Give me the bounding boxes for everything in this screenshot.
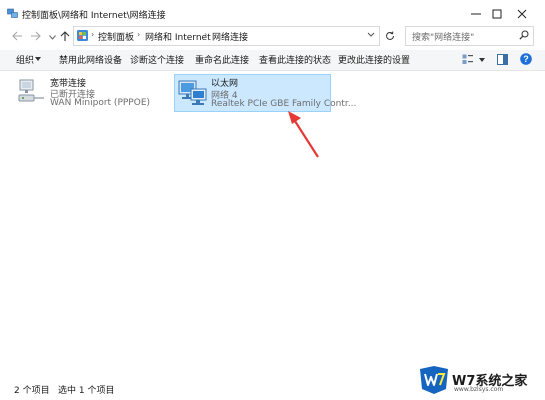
network-connections-icon xyxy=(7,8,18,18)
window-title: 控制面板\网络和 Internet\网络连接 xyxy=(22,11,166,21)
disable-device-button[interactable]: 禁用此网络设备 xyxy=(59,53,122,66)
view-options-icon[interactable] xyxy=(462,54,474,65)
connection-device: WAN Miniport (PPPOE) xyxy=(50,98,151,108)
refresh-icon xyxy=(386,31,394,40)
arrow-right-icon xyxy=(30,31,41,41)
control-panel-icon xyxy=(77,30,88,41)
address-dropdown-icon[interactable] xyxy=(367,30,375,39)
rename-button[interactable]: 重命名此连接 xyxy=(195,53,249,66)
breadcrumb-separator-icon: › xyxy=(204,30,208,39)
search-box[interactable]: 搜索"网络连接" xyxy=(405,26,534,46)
organize-button[interactable]: 组织 xyxy=(16,53,34,66)
arrow-left-icon xyxy=(11,31,22,41)
connections-list: 宽带连接 已断开连接 WAN Miniport (PPPOE) 以太网 网络 4… xyxy=(0,71,545,376)
ethernet-connection-icon xyxy=(178,80,207,105)
close-button[interactable] xyxy=(499,0,545,27)
breadcrumb-separator-icon: › xyxy=(137,30,141,39)
search-icon[interactable] xyxy=(519,30,529,40)
breadcrumb-control-panel[interactable]: 控制面板 xyxy=(98,30,134,43)
broadband-connection-icon xyxy=(18,79,44,102)
title-bar: 控制面板\网络和 Internet\网络连接 xyxy=(0,0,545,27)
up-button[interactable] xyxy=(58,29,72,43)
address-bar[interactable]: › 控制面板 › 网络和 Internet › 网络连接 xyxy=(73,26,380,46)
view-status-button[interactable]: 查看此连接的状态 xyxy=(259,53,331,66)
search-placeholder: 搜索"网络连接" xyxy=(412,33,475,43)
breadcrumb-network-connections[interactable]: 网络连接 xyxy=(212,30,248,43)
back-button[interactable] xyxy=(10,29,24,43)
diagnose-button[interactable]: 诊断这个连接 xyxy=(130,53,184,66)
preview-pane-icon[interactable] xyxy=(497,54,508,65)
selected-count: 选中 1 个项目 xyxy=(58,386,115,396)
refresh-button[interactable] xyxy=(381,26,399,46)
breadcrumb-separator-icon: › xyxy=(91,30,95,39)
connection-item-broadband[interactable]: 宽带连接 已断开连接 WAN Miniport (PPPOE) xyxy=(16,74,156,110)
recent-locations-button[interactable] xyxy=(45,30,59,44)
item-count: 2 个项目 xyxy=(14,386,50,396)
watermark-logo-icon xyxy=(420,366,448,394)
svg-text:?: ? xyxy=(523,54,529,64)
watermark-url: www.bzlsys.com xyxy=(454,386,504,393)
chevron-down-icon xyxy=(48,34,56,40)
close-icon xyxy=(517,9,527,18)
command-bar: 组织 禁用此网络设备 诊断这个连接 重命名此连接 查看此连接的状态 更改此连接的… xyxy=(0,50,545,71)
help-icon[interactable]: ? xyxy=(520,53,532,65)
connection-item-ethernet[interactable]: 以太网 网络 4 Realtek PCIe GBE Family Contr..… xyxy=(174,74,356,112)
annotation-arrow-icon xyxy=(288,111,319,158)
change-settings-button[interactable]: 更改此连接的设置 xyxy=(338,53,410,66)
breadcrumb-network-internet[interactable]: 网络和 Internet xyxy=(145,30,211,43)
arrow-up-icon xyxy=(60,30,70,41)
watermark: W7系统之家 www.bzlsys.com xyxy=(416,365,543,395)
connection-device: Realtek PCIe GBE Family Contr... xyxy=(211,99,357,109)
view-dropdown-icon[interactable] xyxy=(479,58,485,62)
organize-dropdown-icon[interactable] xyxy=(35,57,41,61)
forward-button[interactable] xyxy=(28,29,42,43)
